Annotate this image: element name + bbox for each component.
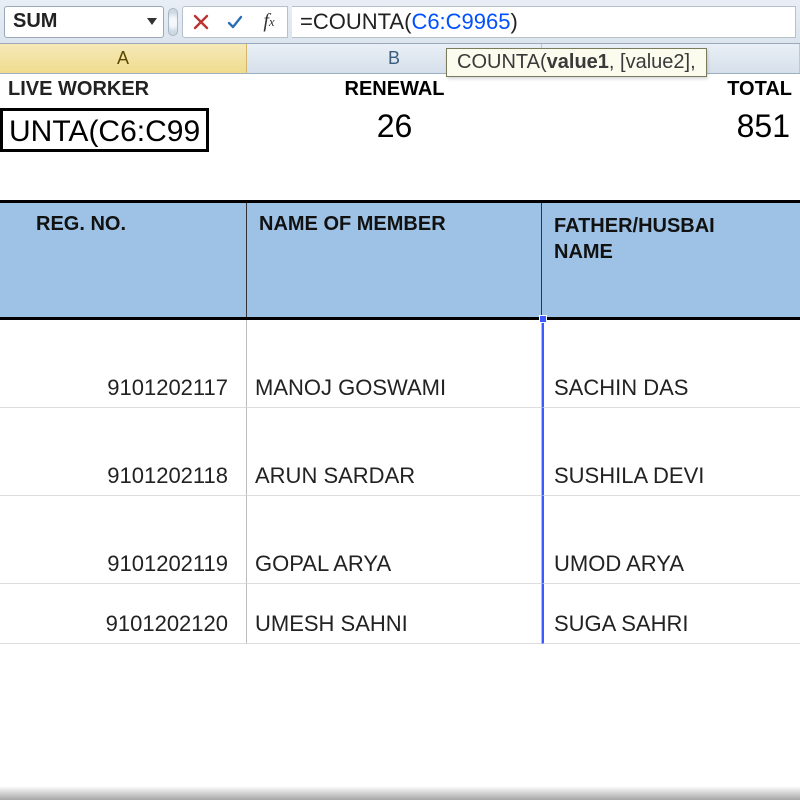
table-body: 9101202117 MANOJ GOSWAMI SACHIN DAS 9101… (0, 320, 800, 644)
tooltip-arg-bold: value1 (547, 51, 609, 73)
cell-father[interactable]: SUSHILA DEVI (542, 408, 800, 496)
bottom-shadow (0, 786, 800, 800)
active-cell-wrap: UNTA(C6:C99 (0, 108, 247, 160)
table-row[interactable]: 9101202120 UMESH SAHNI SUGA SAHRI (0, 584, 800, 644)
summary-labels-row: LIVE WORKER RENEWAL TOTAL (0, 74, 800, 108)
value-total[interactable]: 851 (542, 108, 800, 145)
cell-reg[interactable]: 9101202118 (0, 408, 247, 496)
cell-name[interactable]: GOPAL ARYA (247, 496, 542, 584)
table-row[interactable]: 9101202117 MANOJ GOSWAMI SACHIN DAS (0, 320, 800, 408)
header-name: NAME OF MEMBER (247, 203, 542, 317)
cell-name[interactable]: ARUN SARDAR (247, 408, 542, 496)
cell-father[interactable]: SUGA SAHRI (542, 584, 800, 644)
formula-suffix: ) (511, 9, 518, 35)
table-row[interactable]: 9101202119 GOPAL ARYA UMOD ARYA (0, 496, 800, 584)
cell-name[interactable]: UMESH SAHNI (247, 584, 542, 644)
header-reg-no: REG. NO. (0, 203, 247, 317)
name-box-text: SUM (13, 10, 141, 33)
cell-father[interactable]: UMOD ARYA (542, 496, 800, 584)
formula-bar: SUM fx =COUNTA(C6:C9965) (0, 0, 800, 44)
chevron-down-icon[interactable] (147, 18, 157, 25)
header-father: FATHER/HUSBAI NAME (542, 203, 800, 317)
formula-bar-buttons: fx (182, 6, 288, 38)
label-total: TOTAL (542, 74, 800, 108)
label-live-worker: LIVE WORKER (0, 74, 247, 108)
cell-reg[interactable]: 9101202120 (0, 584, 247, 644)
formula-input[interactable]: =COUNTA(C6:C9965) (292, 6, 796, 38)
fx-icon[interactable]: fx (259, 12, 279, 32)
tooltip-fn: COUNTA (457, 51, 540, 73)
enter-icon[interactable] (225, 12, 245, 32)
selection-handle-icon[interactable] (539, 315, 547, 323)
column-header-A[interactable]: A (0, 44, 247, 73)
active-cell[interactable]: UNTA(C6:C99 (0, 108, 209, 152)
table-row[interactable]: 9101202118 ARUN SARDAR SUSHILA DEVI (0, 408, 800, 496)
value-renewal[interactable]: 26 (247, 108, 542, 145)
formula-range: C6:C9965 (411, 9, 510, 35)
cell-father[interactable]: SACHIN DAS (542, 320, 800, 408)
formula-prefix: =COUNTA( (300, 9, 411, 35)
cell-reg[interactable]: 9101202119 (0, 496, 247, 584)
name-box[interactable]: SUM (4, 6, 164, 38)
table-header-row: REG. NO. NAME OF MEMBER FATHER/HUSBAI NA… (0, 200, 800, 320)
label-renewal: RENEWAL (247, 74, 542, 108)
tooltip-arg-rest: , [value2], (609, 51, 696, 73)
function-tooltip: COUNTA(value1, [value2], (446, 48, 707, 77)
cell-reg[interactable]: 9101202117 (0, 320, 247, 408)
cancel-icon[interactable] (191, 12, 211, 32)
summary-values-row: UNTA(C6:C99 26 851 (0, 108, 800, 164)
cell-name[interactable]: MANOJ GOSWAMI (247, 320, 542, 408)
worksheet[interactable]: LIVE WORKER RENEWAL TOTAL UNTA(C6:C99 26… (0, 74, 800, 644)
splitter-handle[interactable] (168, 8, 178, 36)
